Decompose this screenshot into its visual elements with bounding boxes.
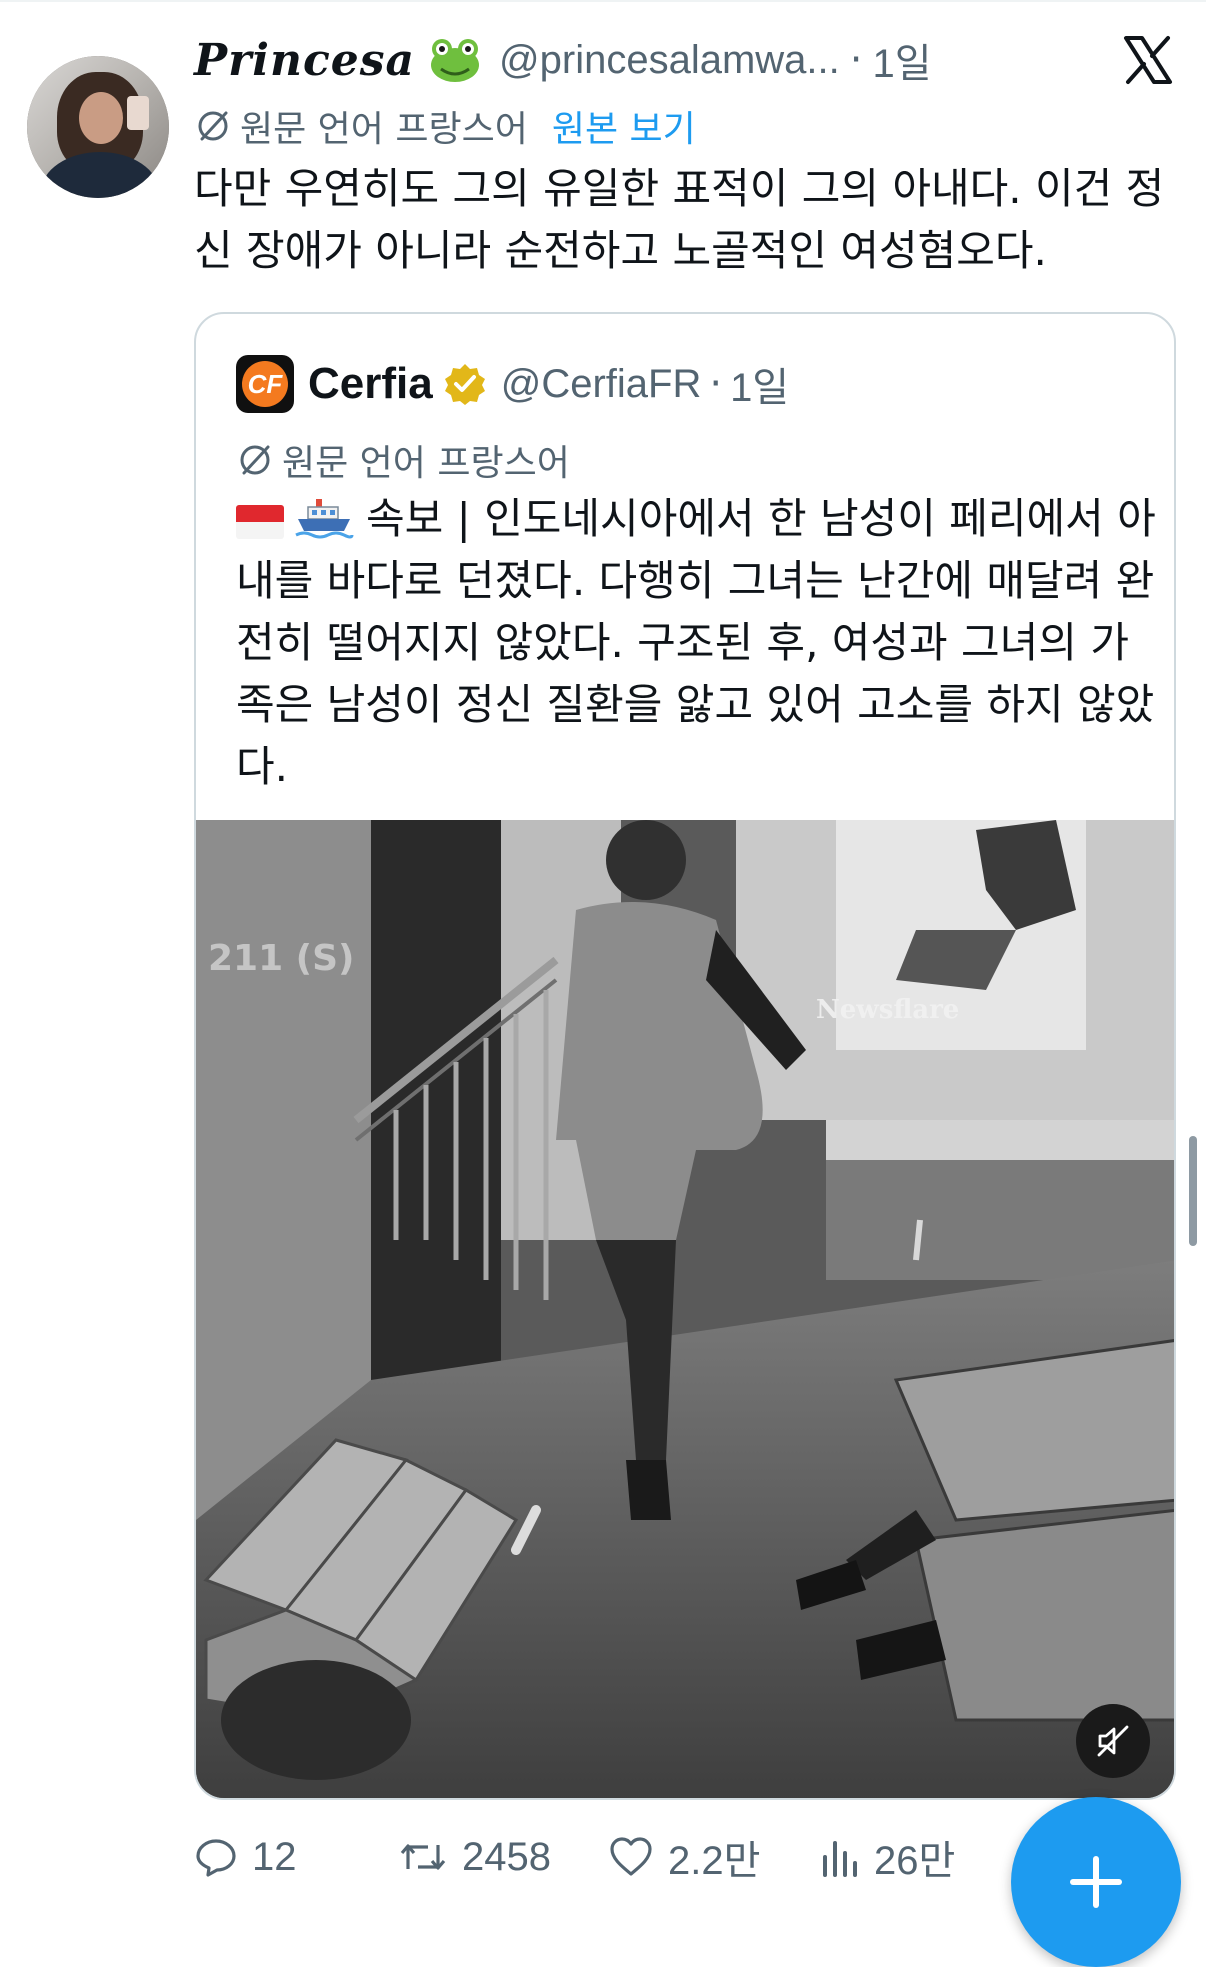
tweet-text: 다만 우연히도 그의 유일한 표적이 그의 아내다. 이건 정신 장애가 아니라… <box>194 164 1165 275</box>
translate-icon <box>198 111 228 141</box>
quoted-tweet-text: 속보 | 인도네시아에서 한 남성이 페리에서 아내를 바다로 던졌다. 다행히… <box>236 488 1156 798</box>
repost-button[interactable]: 2458 <box>398 1822 551 1892</box>
tweet-time[interactable]: 1일 <box>873 31 932 89</box>
quoted-tweet-time[interactable]: 1일 <box>730 355 789 413</box>
plus-icon <box>1070 1856 1122 1908</box>
author-avatar[interactable] <box>27 56 169 198</box>
video-watermark: Newsflare <box>816 995 959 1025</box>
translated-from-label: 원문 언어 프랑스어 <box>240 109 528 150</box>
video-overlay-label: 211 (S) <box>208 938 355 979</box>
views-button[interactable]: 26만 <box>820 1822 955 1892</box>
avatar-phone <box>127 96 149 130</box>
quoted-tweet-card[interactable]: CF Cerfia @CerfiaFR · 1일 원문 언어 프랑스어 속보 |… <box>194 312 1176 1800</box>
cerfia-avatar[interactable]: CF <box>236 355 294 413</box>
quoted-translation-notice: 원문 언어 프랑스어 <box>236 434 570 486</box>
view-count: 26만 <box>874 1839 956 1883</box>
views-bar-chart-icon <box>823 1841 857 1877</box>
reply-icon <box>196 1839 236 1877</box>
scrollbar-thumb[interactable] <box>1189 1136 1197 1246</box>
video-frame: 211 (S) Newsflare <box>196 820 1174 1798</box>
show-original-link[interactable]: 원본 보기 <box>552 100 696 152</box>
verified-badge-icon <box>444 364 485 405</box>
repost-count: 2458 <box>462 1834 551 1879</box>
quoted-translated-from-label: 원문 언어 프랑스어 <box>282 443 570 484</box>
indonesia-flag-icon <box>236 505 284 539</box>
separator-dot: · <box>849 37 863 83</box>
heart-icon <box>610 1837 652 1876</box>
compose-button[interactable] <box>1011 1797 1181 1967</box>
video-player[interactable]: 211 (S) Newsflare <box>196 820 1174 1798</box>
translation-notice: 원문 언어 프랑스어 원본 보기 <box>194 100 696 152</box>
reply-button[interactable]: 12 <box>194 1822 297 1892</box>
mute-button[interactable] <box>1076 1704 1150 1778</box>
quoted-tweet-header: CF Cerfia @CerfiaFR · 1일 <box>236 354 789 414</box>
speaker-muted-icon <box>1097 1725 1129 1757</box>
like-count: 2.2만 <box>668 1839 761 1883</box>
frog-emoji-icon <box>431 39 480 82</box>
like-button[interactable]: 2.2만 <box>608 1822 760 1892</box>
x-logo-icon[interactable] <box>1122 34 1174 86</box>
avatar-face <box>79 92 123 144</box>
quoted-tweet-body: 속보 | 인도네시아에서 한 남성이 페리에서 아내를 바다로 던졌다. 다행히… <box>236 494 1156 791</box>
top-divider <box>0 0 1206 2</box>
translate-icon <box>240 445 270 475</box>
tweet-header: Princesa @princesalamwa... · 1일 <box>194 30 932 90</box>
ship-emoji-icon <box>295 499 354 539</box>
cerfia-logo-text: CF <box>247 368 283 399</box>
reply-count: 12 <box>252 1834 297 1879</box>
quoted-author-name[interactable]: Cerfia <box>308 359 433 409</box>
quoted-author-handle[interactable]: @CerfiaFR <box>501 362 702 407</box>
author-handle[interactable]: @princesalamwa... <box>499 38 840 83</box>
author-name[interactable]: Princesa <box>194 35 415 86</box>
quoted-separator-dot: · <box>709 361 723 407</box>
repost-icon <box>400 1844 446 1870</box>
